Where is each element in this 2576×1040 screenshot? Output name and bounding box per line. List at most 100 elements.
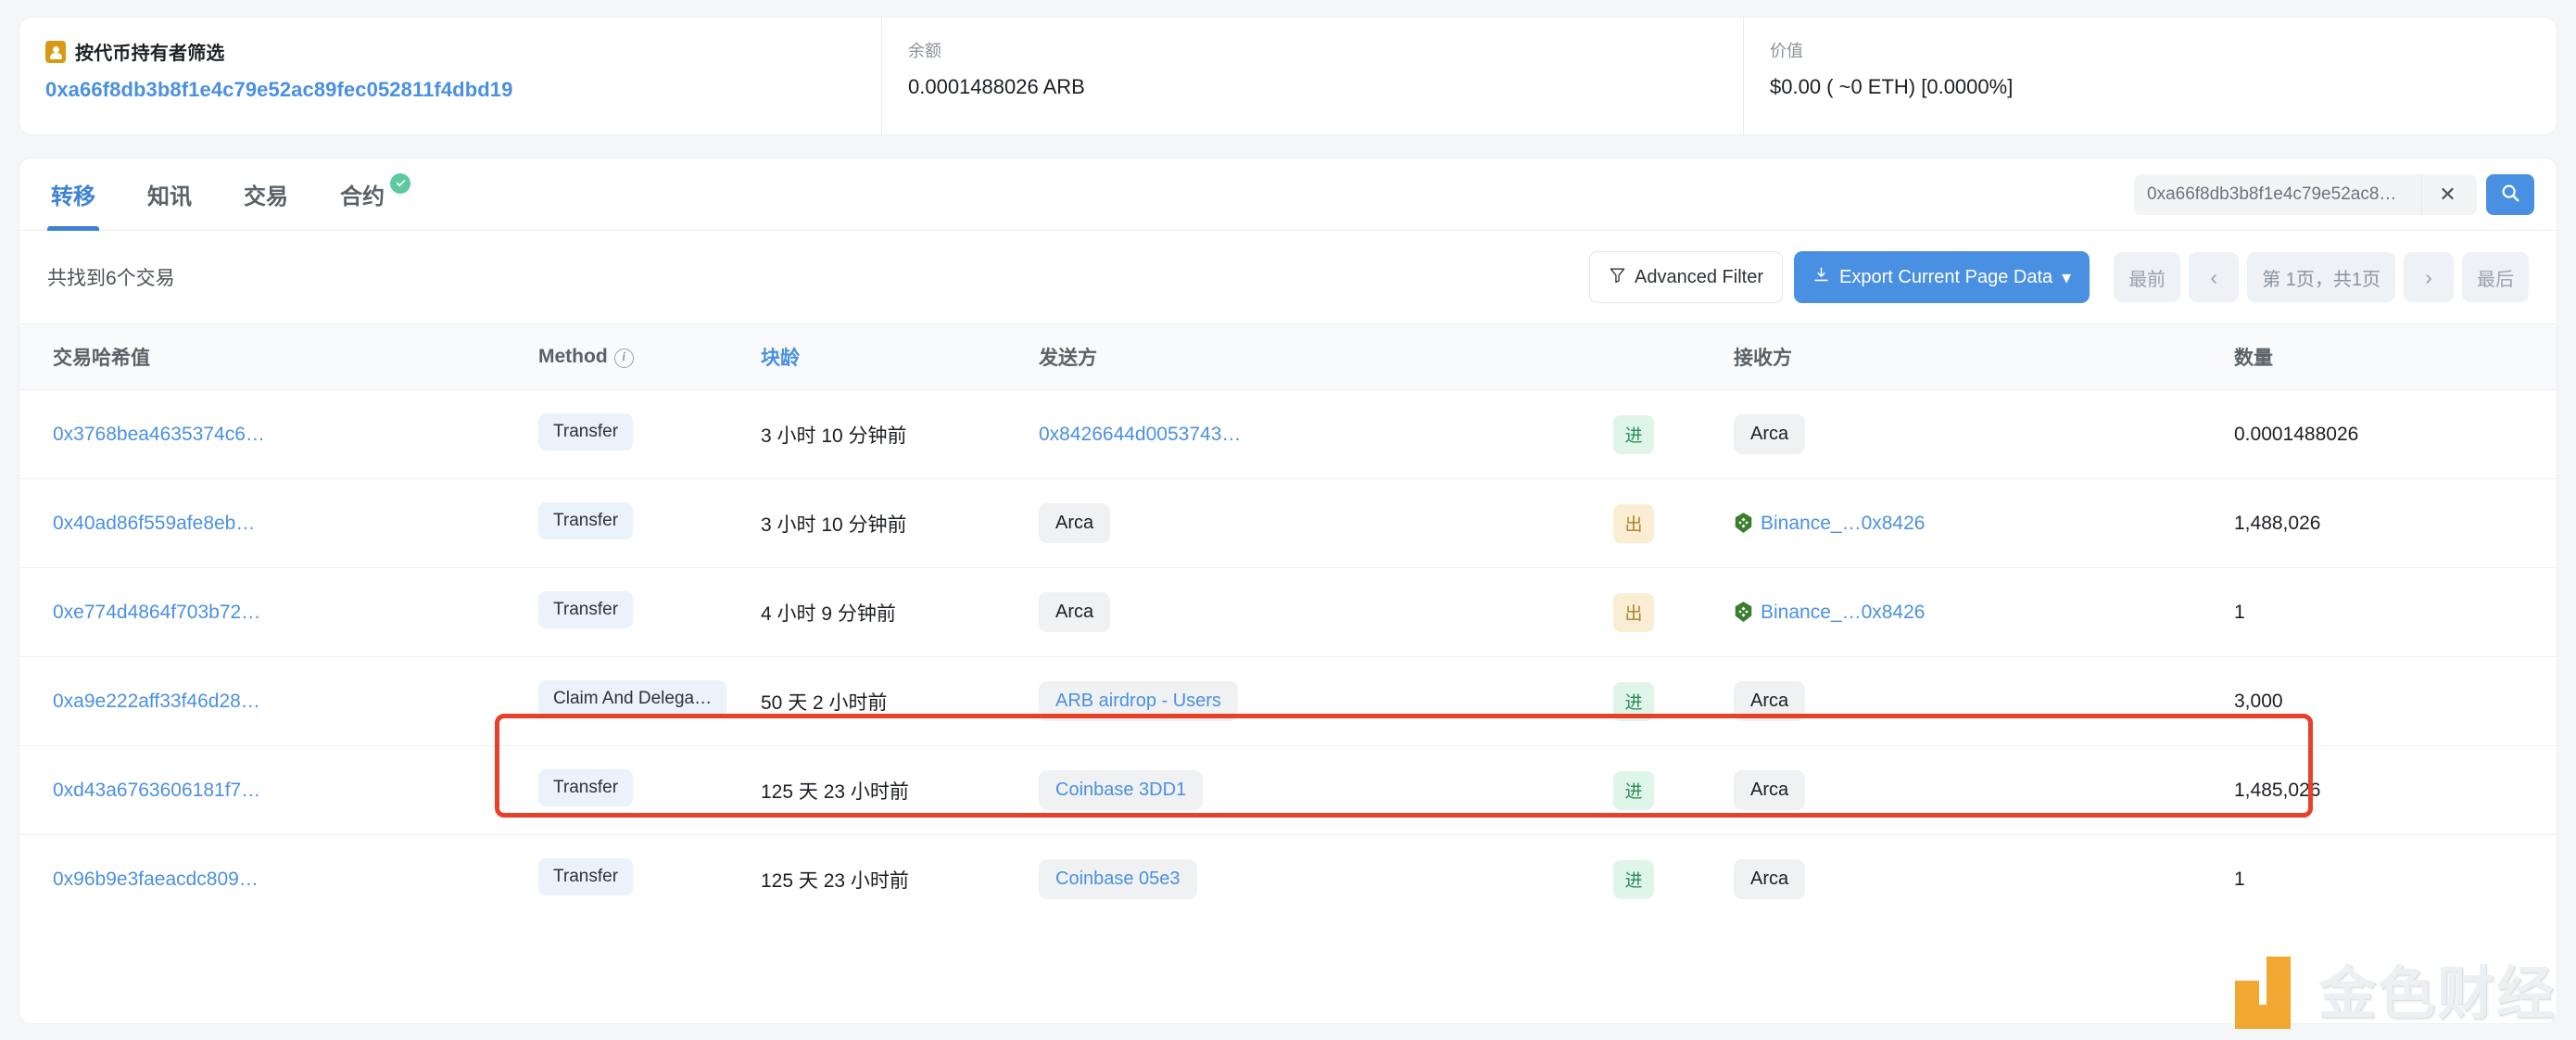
cell-direction: 进 (1613, 745, 1734, 835)
tab-transactions[interactable]: 交易 (240, 159, 292, 231)
verified-check-icon (390, 172, 410, 194)
cell-from: Arca (1039, 478, 1613, 568)
txhash-link[interactable]: 0xa9e222aff33f46d28… (53, 691, 260, 712)
holder-filter-label: 按代币持有者筛选 (75, 44, 225, 64)
pagination: 最前 ‹ 第 1页，共1页 › 最后 (2114, 252, 2529, 302)
tab-transactions-label: 交易 (244, 184, 288, 209)
info-icon[interactable]: i (613, 348, 634, 368)
page-next-button[interactable]: › (2404, 252, 2454, 302)
cell-from: 0x8426644d0053743… (1039, 389, 1613, 479)
binance-icon (1734, 513, 1753, 534)
txhash-link[interactable]: 0x40ad86f559afe8eb… (53, 513, 255, 534)
to-entity-wrap: Arca (1734, 770, 2234, 810)
cell-age: 125 天 23 小时前 (761, 745, 1039, 835)
cell-amount: 3,000 (2234, 656, 2557, 746)
method-pill: Transfer (538, 768, 634, 806)
clear-search-icon[interactable]: ✕ (2421, 174, 2473, 215)
cell-direction: 出 (1613, 567, 1734, 657)
cell-from: Coinbase 3DD1 (1039, 745, 1613, 835)
to-entity-wrap: Binance_…0x8426 (1734, 513, 2234, 535)
page-first-button[interactable]: 最前 (2114, 252, 2181, 302)
export-current-page-button[interactable]: Export Current Page Data ▾ (1794, 251, 2090, 303)
cell-direction: 进 (1613, 389, 1734, 479)
tab-bar: 转移 知讯 交易 合约 ✕ (19, 159, 2557, 231)
cell-txhash: 0x96b9e3faeacdc809… (19, 835, 538, 924)
cell-amount: 1 (2234, 868, 2245, 890)
col-header-to: 接收方 (1734, 323, 2234, 390)
col-header-from-label: 发送方 (1039, 348, 1097, 369)
cell-amount: 1 (2234, 567, 2557, 657)
col-header-age-label: 块龄 (761, 348, 800, 369)
col-header-age[interactable]: 块龄 (761, 323, 1039, 390)
from-entity[interactable]: Coinbase 05e3 (1039, 859, 1197, 900)
col-header-txhash: 交易哈希值 (19, 323, 538, 390)
page-last-button[interactable]: 最后 (2462, 252, 2529, 302)
txhash-link[interactable]: 0x3768bea4635374c6… (53, 424, 265, 445)
col-header-direction (1613, 323, 1734, 390)
method-pill: Transfer (538, 412, 634, 450)
tab-transfers-label: 转移 (51, 184, 95, 209)
cell-amount: 1,485,026 (2234, 745, 2557, 835)
txhash-link[interactable]: 0xe774d4864f703b72… (53, 602, 260, 623)
holder-address-link[interactable]: 0xa66f8db3b8f1e4c79e52ac89fec052811f4dbd… (45, 78, 881, 102)
method-pill: Transfer (538, 857, 634, 895)
page-prev-button[interactable]: ‹ (2189, 252, 2240, 302)
cell-method: Transfer (538, 389, 761, 479)
table-row: 0x40ad86f559afe8eb… Transfer 3 小时 10 分钟前 Ar… (19, 478, 2557, 568)
value-label: 价值 (1770, 42, 1803, 60)
to-entity-wrap: Arca (1734, 859, 2234, 900)
value-column: 价值 $0.00 ( ~0 ETH) [0.0000%] (1743, 18, 2557, 134)
cell-direction: 出 (1613, 478, 1734, 568)
page-root: 按代币持有者筛选 0xa66f8db3b8f1e4c79e52ac89fec05… (0, 0, 2576, 1040)
filter-icon (1609, 266, 1626, 289)
page-indicator: 第 1页，共1页 (2247, 252, 2395, 302)
from-entity[interactable]: 0x8426644d0053743… (1039, 424, 1241, 445)
from-entity: Arca (1039, 503, 1111, 543)
balance-label: 余额 (908, 42, 941, 60)
download-icon (1812, 266, 1830, 289)
direction-badge: 进 (1613, 770, 1654, 810)
col-header-from: 发送方 (1039, 323, 1613, 390)
tab-contract-label: 合约 (340, 184, 385, 209)
cell-txhash: 0xd43a6763606181f7… (19, 745, 538, 835)
cell-to: Arca (1734, 835, 2234, 924)
cell-txhash: 0xe774d4864f703b72… (19, 567, 538, 657)
cell-method: Claim And Delega… (538, 656, 761, 746)
from-entity[interactable]: ARB airdrop - Users (1039, 681, 1238, 721)
txhash-link[interactable]: 0xd43a6763606181f7… (53, 780, 260, 801)
search-input[interactable] (2134, 184, 2421, 205)
col-header-amount: 数量 (2234, 323, 2557, 390)
cell-to: Arca (1734, 389, 2234, 479)
balance-value: 0.0001488026 ARB (908, 75, 1085, 98)
col-header-method: Method i (538, 323, 761, 390)
txhash-link[interactable]: 0x96b9e3faeacdc809… (53, 869, 259, 890)
cell-from: Coinbase 05e3 (1039, 835, 1613, 924)
advanced-filter-label: Advanced Filter (1635, 266, 1764, 287)
tab-contract[interactable]: 合约 (336, 159, 414, 231)
advanced-filter-button[interactable]: Advanced Filter (1589, 251, 1784, 303)
binance-icon (1734, 602, 1753, 623)
tab-info-label: 知讯 (147, 184, 192, 209)
to-entity: Arca (1734, 414, 1806, 454)
to-entity: Arca (1734, 859, 1806, 900)
to-entity[interactable]: Binance_…0x8426 (1761, 602, 1925, 624)
to-entity: Arca (1734, 681, 1806, 721)
tab-info[interactable]: 知讯 (144, 159, 196, 231)
table-row: 0xd43a6763606181f7… Transfer 125 天 23 小时前 C… (19, 745, 2557, 835)
transfers-table: 交易哈希值 Method i 块龄 发送方 接收方 数量 0x3768bea463… (19, 323, 2557, 924)
to-entity-wrap: Binance_…0x8426 (1734, 602, 2234, 624)
from-entity[interactable]: Coinbase 3DD1 (1039, 770, 1204, 810)
cell-from: ARB airdrop - Users (1039, 656, 1613, 746)
table-row: 0xe774d4864f703b72… Transfer 4 小时 9 分钟前 Arc… (19, 567, 2557, 657)
to-entity-wrap: Arca (1734, 414, 2234, 454)
direction-badge: 进 (1613, 859, 1654, 899)
cell-txhash: 0x3768bea4635374c6… (19, 389, 538, 479)
to-entity[interactable]: Binance_…0x8426 (1761, 513, 1925, 535)
from-entity: Arca (1039, 592, 1111, 632)
cell-age: 3 小时 10 分钟前 (761, 478, 1039, 568)
search-submit-button[interactable] (2486, 174, 2534, 215)
table-row: 0x3768bea4635374c6… Transfer 3 小时 10 分钟前 0x… (19, 389, 2557, 479)
tab-transfers[interactable]: 转移 (47, 159, 99, 231)
cell-age: 4 小时 9 分钟前 (761, 567, 1039, 657)
search-box[interactable]: ✕ (2134, 174, 2477, 215)
